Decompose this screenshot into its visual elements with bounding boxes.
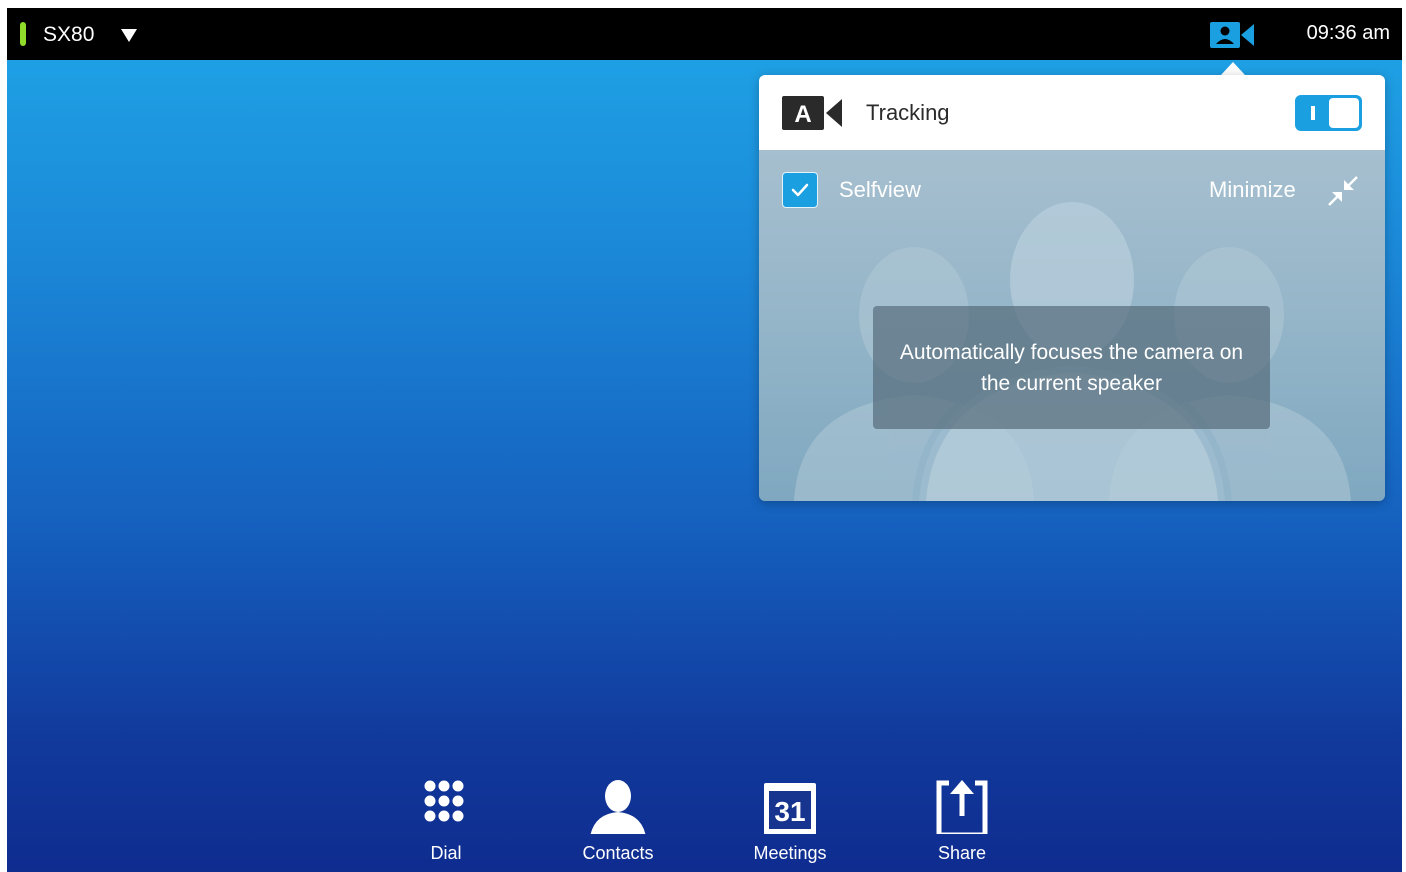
selfview-checkbox[interactable] bbox=[782, 172, 818, 208]
minimize-icon bbox=[1324, 172, 1362, 210]
device-menu-caret-icon[interactable] bbox=[117, 23, 141, 47]
minimize-label: Minimize bbox=[1209, 177, 1296, 202]
auto-camera-letter: A bbox=[794, 101, 811, 128]
toggle-on-mark bbox=[1311, 106, 1315, 120]
selfview-area: Selfview Minimize Automatically focuses … bbox=[759, 150, 1385, 501]
tracking-tooltip: Automatically focuses the camera on the … bbox=[873, 306, 1270, 429]
share-label: Share bbox=[937, 843, 987, 863]
tracking-row: A Tracking bbox=[759, 75, 1385, 150]
contacts-icon bbox=[588, 774, 648, 837]
meetings-label: Meetings bbox=[753, 843, 827, 863]
popover-arrow bbox=[1221, 62, 1245, 75]
selfview-label: Selfview bbox=[839, 177, 921, 202]
dial-label: Dial bbox=[430, 843, 462, 863]
device-name[interactable]: SX80 bbox=[43, 23, 94, 47]
contacts-button[interactable]: Contacts bbox=[553, 766, 683, 870]
dial-button[interactable]: Dial bbox=[381, 766, 511, 870]
calendar-icon: 31 bbox=[760, 774, 820, 835]
share-icon bbox=[932, 774, 992, 838]
tooltip-text: Automatically focuses the camera on the … bbox=[899, 340, 1244, 395]
tracking-toggle[interactable] bbox=[1295, 95, 1362, 131]
tracking-label: Tracking bbox=[866, 100, 950, 125]
bottom-nav: Dial Contacts 31 Meetings Share bbox=[7, 766, 1402, 872]
toggle-knob bbox=[1329, 98, 1359, 128]
camera-icon[interactable] bbox=[1210, 22, 1254, 48]
home-screen: SX80 09:36 am A Tracking Selfview Minimi… bbox=[7, 8, 1402, 872]
status-indicator bbox=[20, 22, 26, 46]
status-bar: SX80 09:36 am bbox=[7, 8, 1402, 60]
dialpad-icon bbox=[416, 774, 476, 834]
camera-panel: A Tracking Selfview Minimize Automatical… bbox=[759, 75, 1385, 501]
share-button[interactable]: Share bbox=[897, 766, 1027, 870]
auto-camera-icon: A bbox=[782, 96, 844, 130]
minimize-button[interactable]: Minimize bbox=[1209, 170, 1369, 210]
clock: 09:36 am bbox=[1306, 22, 1390, 44]
contacts-label: Contacts bbox=[582, 843, 654, 863]
calendar-day: 31 bbox=[774, 796, 805, 827]
meetings-button[interactable]: 31 Meetings bbox=[725, 766, 855, 870]
